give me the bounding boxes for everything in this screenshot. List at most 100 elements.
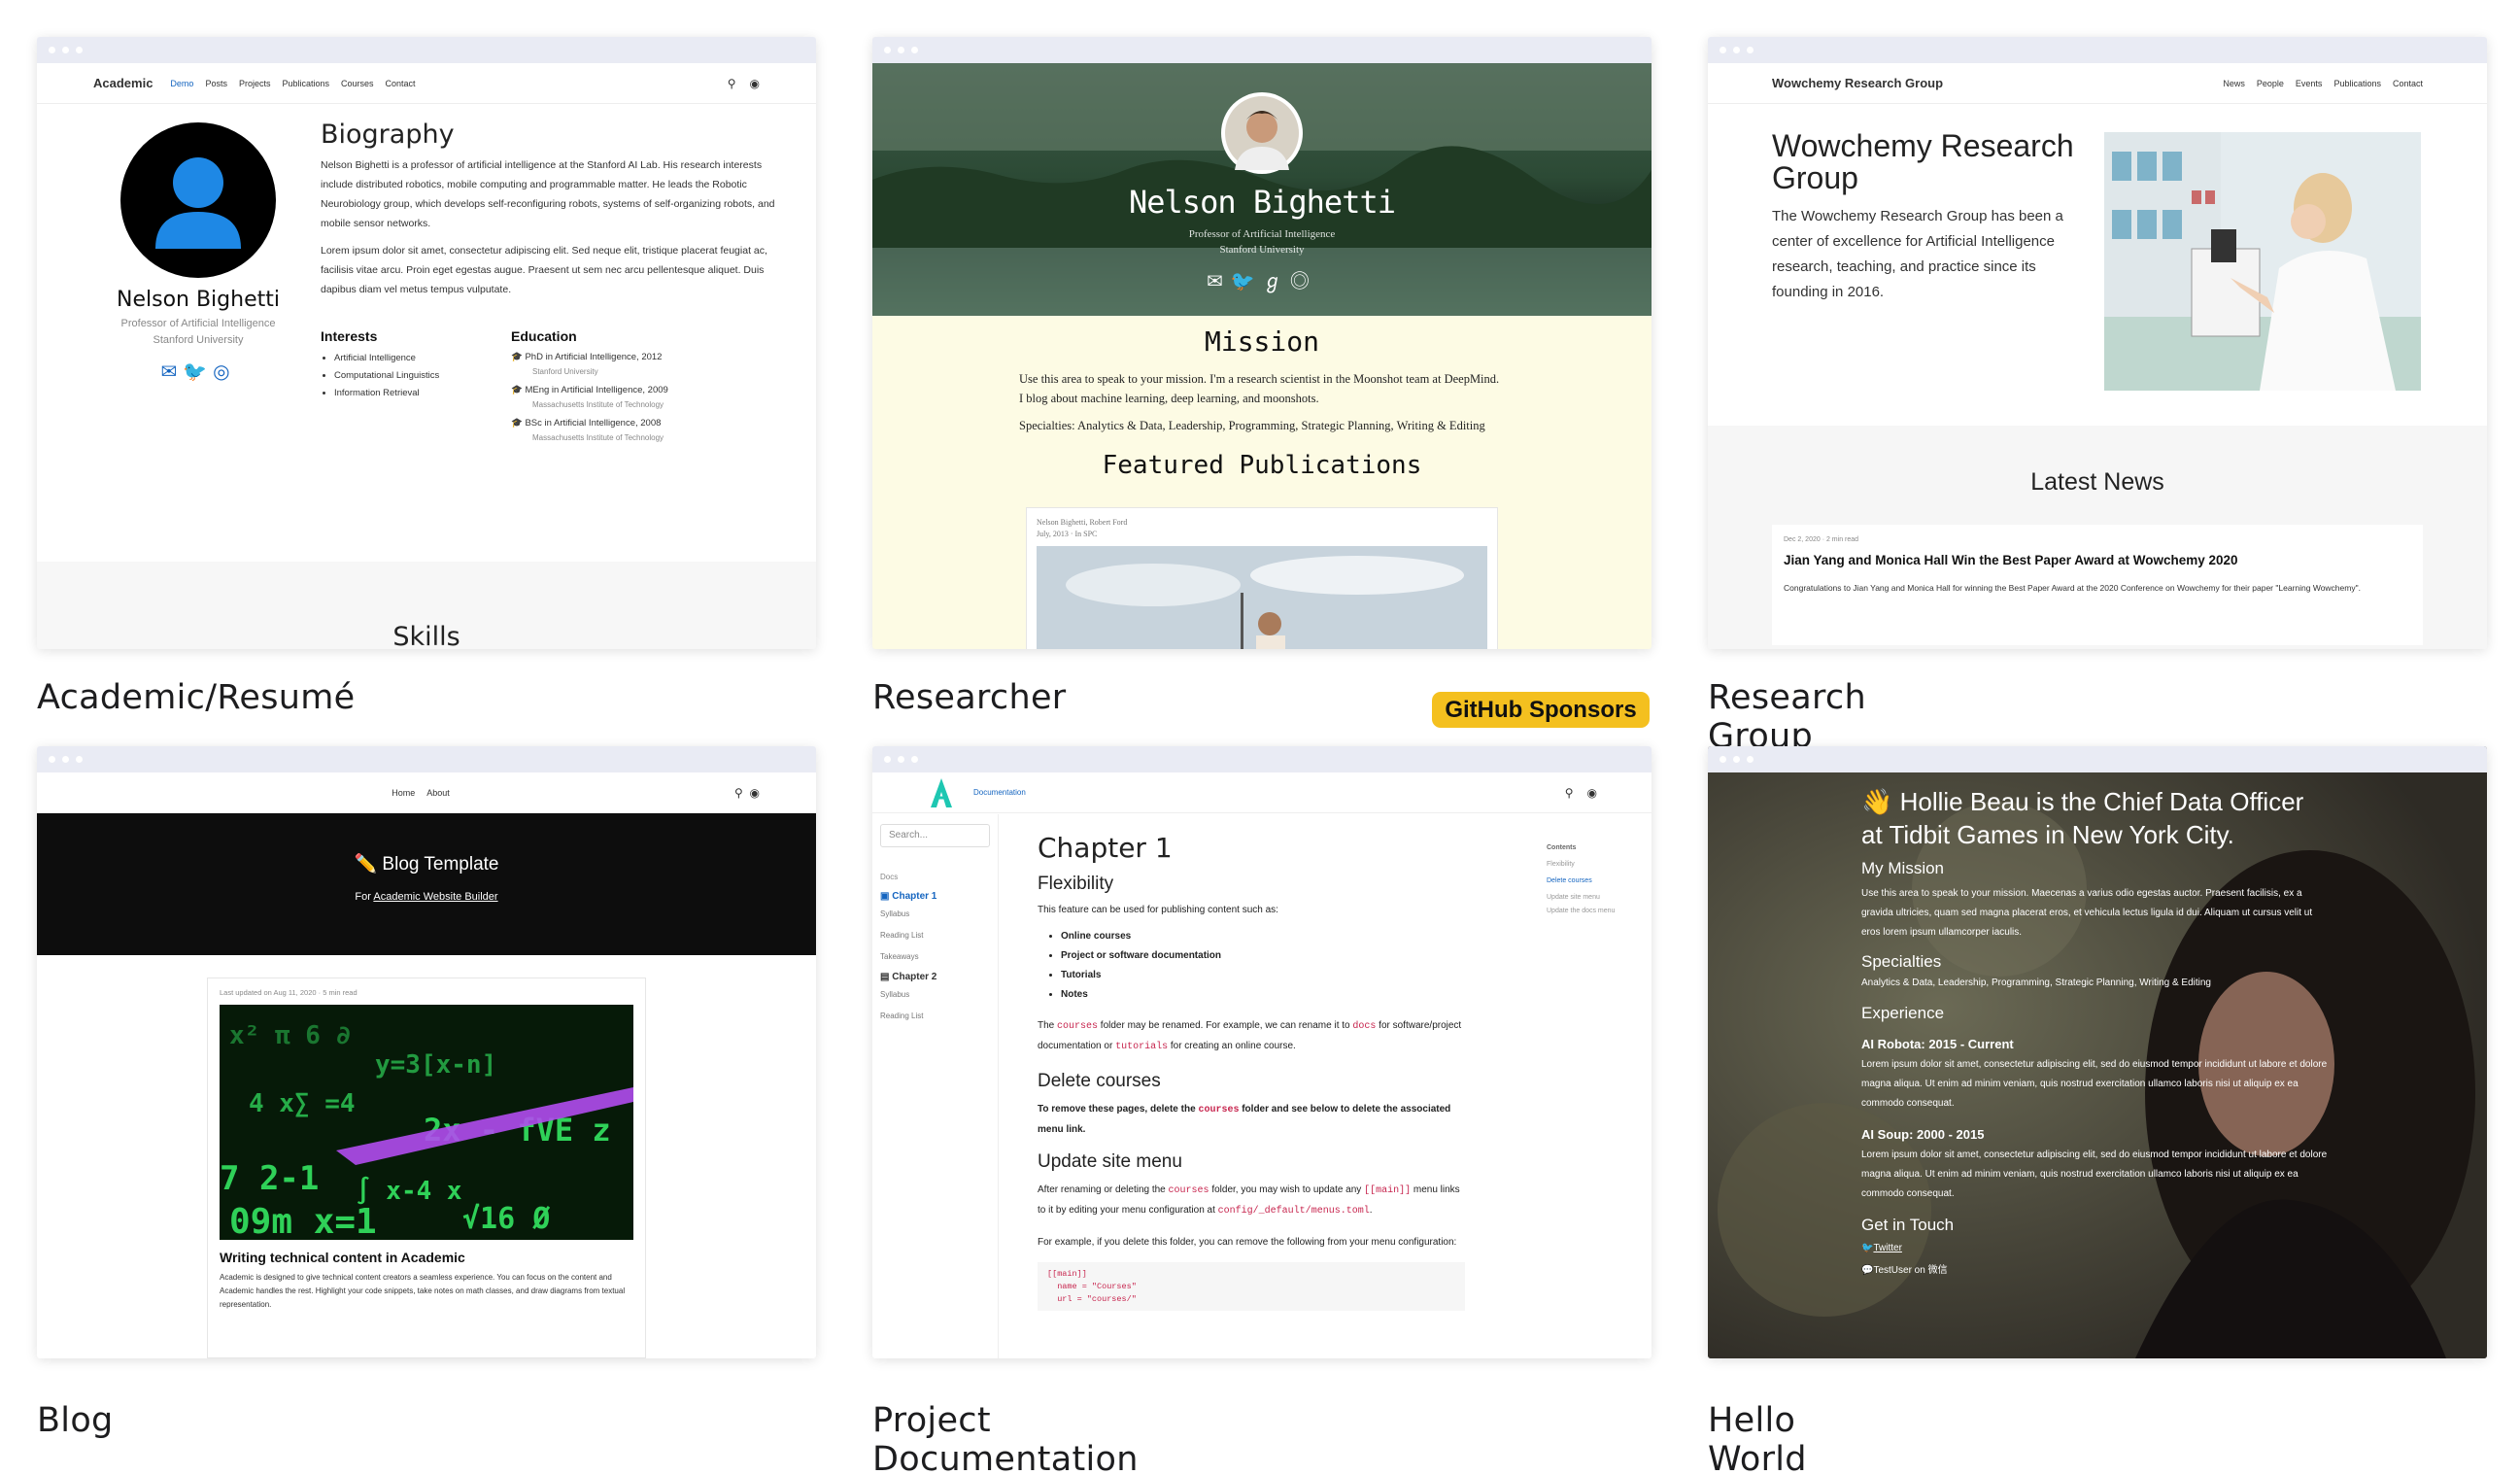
logo-icon[interactable] bbox=[927, 776, 956, 809]
nav-link-news[interactable]: News bbox=[2223, 79, 2245, 88]
wechat-icon: 💬 bbox=[1861, 1265, 1874, 1276]
nav-link-posts[interactable]: Posts bbox=[205, 79, 227, 88]
palette-icon[interactable]: ◉ bbox=[1587, 786, 1597, 800]
interests-list: Artificial Intelligence Computational Li… bbox=[334, 350, 511, 402]
list-item: Information Retrieval bbox=[334, 385, 511, 402]
sidebar-item-chapter-1[interactable]: ▣ Chapter 1 bbox=[880, 891, 990, 902]
site-brand[interactable]: Wowchemy Research Group bbox=[1772, 76, 1943, 90]
twitter-icon[interactable]: 🐦 bbox=[1231, 271, 1263, 292]
email-icon[interactable]: ✉ bbox=[1207, 271, 1231, 292]
sidebar-docs-label: Docs bbox=[880, 873, 899, 881]
theme-caption[interactable]: Hello World bbox=[1708, 1401, 1807, 1475]
post-title[interactable]: Writing technical content in Academic bbox=[220, 1250, 633, 1265]
nav-link-contact[interactable]: Contact bbox=[386, 79, 416, 88]
heading-update-site-menu: Update site menu bbox=[1038, 1151, 1182, 1172]
list-item: Tutorials bbox=[1061, 966, 1465, 985]
theme-caption[interactable]: Project Documentation bbox=[872, 1401, 1139, 1475]
theme-preview[interactable]: Nelson Bighetti Professor of Artificial … bbox=[872, 37, 1652, 649]
svg-text:y=3[x-n]: y=3[x-n] bbox=[375, 1050, 496, 1080]
svg-text:√16 Ø: √16 Ø bbox=[462, 1202, 550, 1236]
sidebar-item-takeaways[interactable]: Takeaways bbox=[880, 946, 990, 968]
toc-item[interactable]: Flexibility bbox=[1547, 856, 1624, 873]
profile-role: Professor of Artificial Intelligence bbox=[120, 318, 276, 329]
theme-preview[interactable]: 👋 Hollie Beau is the Chief Data Officer … bbox=[1708, 746, 2487, 1358]
avatar bbox=[120, 122, 276, 278]
nav-link-documentation[interactable]: Documentation bbox=[973, 788, 1026, 797]
nav-link-people[interactable]: People bbox=[2257, 79, 2284, 88]
toc-item[interactable]: Update the docs menu bbox=[1547, 906, 1624, 916]
theme-preview[interactable]: Academic Demo Posts Projects Publication… bbox=[37, 37, 816, 649]
theme-preview[interactable]: Wowchemy Research Group News People Even… bbox=[1708, 37, 2487, 649]
site-nav: Home About ⚲ ◉ bbox=[37, 772, 816, 813]
sidebar-item-reading-list[interactable]: Reading List bbox=[880, 1006, 990, 1027]
search-icon[interactable]: ⚲ bbox=[728, 77, 736, 90]
interests-heading: Interests bbox=[321, 328, 378, 344]
education-heading: Education bbox=[511, 328, 577, 344]
nav-link-home[interactable]: Home bbox=[392, 788, 415, 798]
biography-lorem: Lorem ipsum dolor sit amet, consectetur … bbox=[321, 245, 767, 295]
nav-link-contact[interactable]: Contact bbox=[2393, 79, 2423, 88]
toc-item[interactable]: Update site menu bbox=[1547, 889, 1624, 906]
github-icon[interactable]: ◎ bbox=[1290, 271, 1317, 292]
news-card[interactable]: Dec 2, 2020 · 2 min read Jian Yang and M… bbox=[1772, 525, 2423, 645]
post-card[interactable]: Last updated on Aug 11, 2020 · 5 min rea… bbox=[207, 978, 646, 1358]
news-headline[interactable]: Jian Yang and Monica Hall Win the Best P… bbox=[1784, 553, 2411, 567]
specialties-heading: Specialties bbox=[1861, 952, 1942, 971]
wechat-link[interactable]: TestUser on 微信 bbox=[1873, 1265, 1947, 1276]
theme-preview[interactable]: Documentation ⚲ ◉ Search... Docs ▣ Chapt… bbox=[872, 746, 1652, 1358]
nav-link-publications[interactable]: Publications bbox=[282, 79, 329, 88]
hero-title: Wowchemy Research Group bbox=[1772, 128, 2074, 195]
palette-icon[interactable]: ◉ bbox=[750, 786, 760, 800]
theme-caption[interactable]: Researcher bbox=[872, 678, 1066, 717]
palette-icon[interactable]: ◉ bbox=[750, 77, 760, 90]
specialties-text: Specialties: Analytics & Data, Leadershi… bbox=[1019, 419, 1485, 432]
email-icon[interactable]: ✉ bbox=[160, 361, 183, 383]
mission-heading: My Mission bbox=[1861, 859, 1945, 877]
window-chrome bbox=[1708, 37, 2487, 63]
twitter-icon[interactable]: 🐦 bbox=[183, 361, 213, 383]
group-icon: ▤ bbox=[880, 972, 893, 982]
sidebar-item-syllabus[interactable]: Syllabus bbox=[880, 984, 990, 1006]
nav-link-courses[interactable]: Courses bbox=[341, 79, 374, 88]
github-icon[interactable]: ◎ bbox=[213, 361, 235, 383]
window-chrome bbox=[872, 746, 1652, 772]
nav-link-projects[interactable]: Projects bbox=[239, 79, 271, 88]
nav-link-events[interactable]: Events bbox=[2296, 79, 2323, 88]
headline: 👋 Hollie Beau is the Chief Data Officer … bbox=[1861, 787, 2304, 849]
github-sponsors-badge[interactable]: GitHub Sponsors bbox=[1432, 692, 1650, 728]
publication-card[interactable]: Nelson Bighetti, Robert Ford July, 2013 … bbox=[1026, 507, 1498, 649]
twitter-icon: 🐦 bbox=[1861, 1243, 1874, 1253]
nav-link-about[interactable]: About bbox=[426, 788, 450, 798]
post-image: x² π 6 ∂y=3[x-n] 4 x∑ =42x - fVE z 7 2-1… bbox=[220, 1005, 633, 1240]
list-item: Computational Linguistics bbox=[334, 367, 511, 385]
svg-text:09m x=1: 09m x=1 bbox=[229, 1202, 377, 1240]
hero-subtitle: For bbox=[355, 891, 374, 903]
nav-link-demo[interactable]: Demo bbox=[170, 79, 193, 88]
toc-item[interactable]: Delete courses bbox=[1547, 873, 1624, 889]
paragraph: To remove these pages, delete the course… bbox=[1038, 1104, 1451, 1135]
sidebar-item-syllabus[interactable]: Syllabus bbox=[880, 904, 990, 925]
publication-image bbox=[1037, 546, 1487, 649]
theme-caption[interactable]: Blog bbox=[37, 1401, 114, 1440]
hero-banner: ✏️ Blog Template For Academic Website Bu… bbox=[37, 813, 816, 955]
theme-preview[interactable]: Home About ⚲ ◉ ✏️ Blog Template For Acad… bbox=[37, 746, 816, 1358]
search-input[interactable]: Search... bbox=[880, 824, 990, 847]
builder-link[interactable]: Academic Website Builder bbox=[373, 891, 497, 903]
sidebar-item-reading-list[interactable]: Reading List bbox=[880, 925, 990, 946]
contact-heading: Get in Touch bbox=[1861, 1216, 1955, 1234]
docs-sidebar: Search... Docs ▣ Chapter 1 Syllabus Read… bbox=[872, 814, 999, 1358]
job-title-2: AI Soup: 2000 - 2015 bbox=[1861, 1127, 1985, 1142]
search-icon[interactable]: ⚲ bbox=[1565, 786, 1574, 800]
theme-caption[interactable]: Research Group bbox=[1708, 678, 1866, 756]
twitter-link[interactable]: Twitter bbox=[1873, 1243, 1901, 1253]
theme-caption[interactable]: Academic/Resumé bbox=[37, 678, 355, 717]
site-brand[interactable]: Academic bbox=[93, 76, 153, 90]
specialties-text: Analytics & Data, Leadership, Programmin… bbox=[1861, 978, 2211, 988]
sidebar-item-chapter-2[interactable]: ▤ Chapter 2 bbox=[880, 972, 990, 982]
book-icon: ▣ bbox=[880, 891, 893, 902]
experience-heading: Experience bbox=[1861, 1004, 1945, 1022]
nav-link-publications[interactable]: Publications bbox=[2333, 79, 2381, 88]
google-scholar-icon[interactable]: ℊ bbox=[1263, 271, 1290, 292]
job-text-2: Lorem ipsum dolor sit amet, consectetur … bbox=[1861, 1149, 2328, 1199]
search-icon[interactable]: ⚲ bbox=[734, 786, 743, 800]
